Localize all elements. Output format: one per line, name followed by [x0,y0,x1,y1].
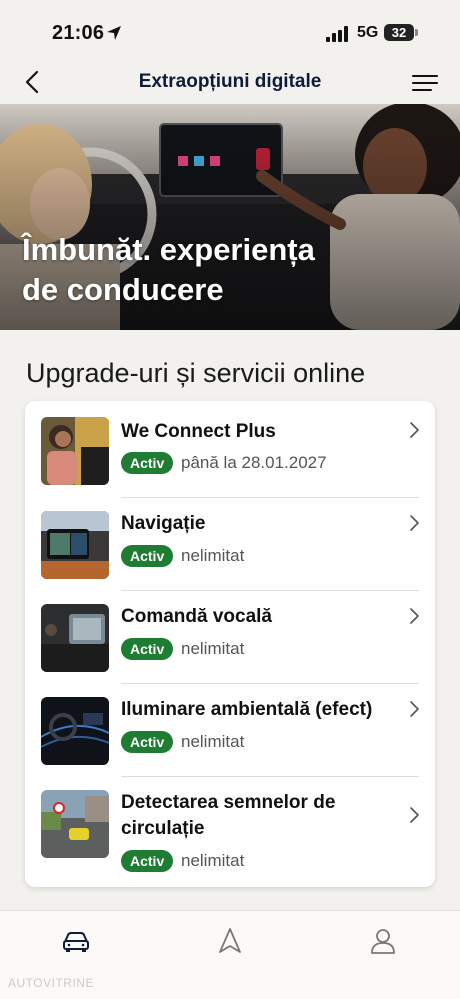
list-item-comanda-vocala[interactable]: Comandă vocală Activ nelimitat [25,591,435,684]
item-title: Iluminare ambientală (efect) [121,699,373,720]
list-item-we-connect-plus[interactable]: We Connect Plus Activ până la 28.01.2027 [25,401,435,497]
signal-icon [326,26,348,42]
chevron-right-icon [410,701,419,717]
item-subtitle: nelimitat [181,546,245,565]
status-badge: Activ [121,731,174,753]
person-with-phone-photo [41,417,109,485]
list-item-iluminare-ambientala[interactable]: Iluminare ambientală (efect) Activ nelim… [25,684,435,777]
list-item-detectarea-semnelor[interactable]: Detectarea semnelor de circulație Activ … [25,777,435,887]
section-title: Upgrade-uri și servicii online [26,358,366,388]
item-title: We Connect Plus [121,421,276,442]
status-time: 21:06 [52,22,105,44]
item-title: Detectarea semnelor de circulație [121,792,336,839]
item-subtitle: până la 28.01.2027 [181,453,327,472]
watermark: AUTOVITRINE [8,976,94,990]
status-badge: Activ [121,545,174,567]
status-badge: Activ [121,452,174,474]
battery-icon: 32 [384,24,414,41]
item-subtitle: nelimitat [181,851,245,870]
status-badge: Activ [121,638,174,660]
ambient-light-photo [41,697,109,765]
battery-tip [415,29,418,36]
navigation-screen-photo [41,511,109,579]
status-badge: Activ [121,850,174,872]
traffic-sign-photo [41,790,109,858]
item-subtitle: nelimitat [181,639,245,658]
page-title: Extraopțiuni digitale [138,71,322,92]
network-label: 5G [357,24,379,41]
chevron-right-icon [410,807,419,823]
status-bar: 21:06 5G 32 [0,0,460,62]
item-title: Navigație [121,513,206,534]
item-title: Comandă vocală [121,606,272,627]
navigation-icon[interactable] [215,926,245,956]
menu-button[interactable] [410,70,440,96]
item-subtitle: nelimitat [181,732,245,751]
hero-banner: Îmbunăt. experiența de conducere [0,104,460,330]
chevron-right-icon [410,608,419,624]
nav-bar: Extraopțiuni digitale [0,62,460,104]
location-arrow-icon [107,26,121,40]
car-icon[interactable] [61,926,91,956]
voice-command-photo [41,604,109,672]
chevron-right-icon [410,422,419,438]
list-item-navigatie[interactable]: Navigație Activ nelimitat [25,498,435,590]
chevron-right-icon [410,515,419,531]
hero-title: Îmbunăt. experiența de conducere [22,232,315,307]
profile-icon[interactable] [368,926,398,956]
services-card: We Connect Plus Activ până la 28.01.2027… [25,401,435,887]
